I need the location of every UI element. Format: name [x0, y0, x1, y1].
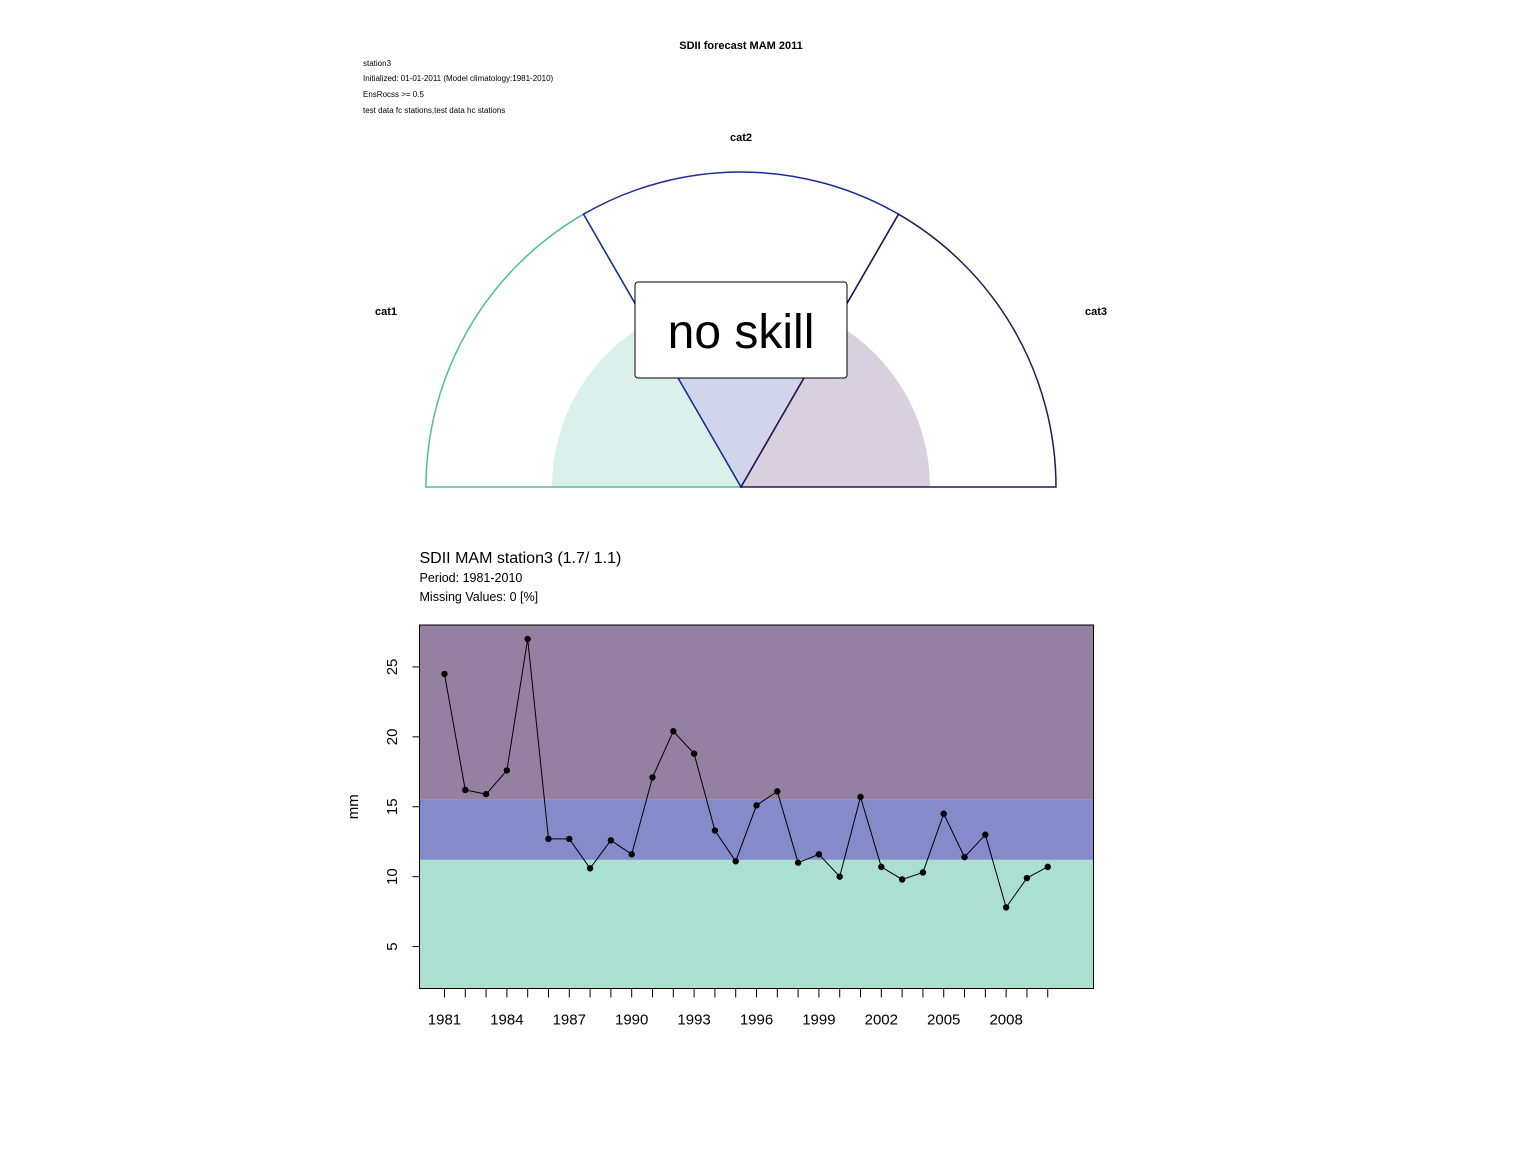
x-tick-label-2008: 2008 — [989, 1012, 1022, 1029]
data-point-1997 — [774, 788, 781, 795]
data-point-1991 — [649, 774, 656, 781]
data-point-2009 — [1023, 874, 1031, 882]
x-tick-label-1984: 1984 — [490, 1012, 523, 1029]
data-point-2004 — [919, 869, 927, 876]
data-point-1984 — [503, 767, 511, 774]
chart-subtitle-1: Period: 1981-2010 — [420, 571, 523, 585]
data-point-2001 — [857, 793, 864, 801]
data-point-1985 — [524, 635, 531, 643]
data-point-1987 — [566, 835, 573, 843]
data-point-1992 — [670, 728, 677, 735]
data-point-1983 — [482, 790, 490, 798]
x-tick-label-1996: 1996 — [740, 1012, 773, 1029]
data-point-2002 — [878, 863, 885, 871]
data-point-1988 — [586, 865, 594, 872]
y-axis-label: mm — [345, 794, 362, 819]
data-point-1989 — [607, 837, 615, 844]
data-point-1996 — [753, 802, 760, 809]
data-point-1986 — [545, 835, 552, 843]
data-point-1995 — [732, 858, 739, 865]
chart-subtitle-2: Missing Values: 0 [%] — [420, 590, 539, 604]
data-point-1993 — [690, 750, 698, 757]
data-point-1981 — [441, 670, 448, 678]
x-tick-label-1999: 1999 — [802, 1012, 835, 1029]
y-tick-label-10: 10 — [384, 868, 401, 885]
x-tick-label-1987: 1987 — [553, 1012, 586, 1029]
y-tick-label-25: 25 — [384, 659, 401, 676]
timeseries-chart: SDII MAM station3 (1.7/ 1.1) Period: 1981… — [345, 550, 1094, 1029]
data-point-2005 — [940, 810, 947, 817]
y-tick-label-5: 5 — [384, 942, 401, 950]
data-point-1998 — [794, 859, 802, 866]
data-point-2006 — [961, 853, 968, 861]
x-tick-label-1993: 1993 — [677, 1012, 710, 1029]
y-tick-label-15: 15 — [384, 798, 401, 815]
data-point-1999 — [815, 851, 823, 858]
data-point-2000 — [836, 873, 843, 880]
data-point-2010 — [1044, 863, 1051, 871]
data-point-2008 — [1002, 904, 1010, 911]
x-tick-label-1981: 1981 — [428, 1012, 461, 1029]
y-tick-label-20: 20 — [384, 729, 401, 746]
chart-title: SDII MAM station3 (1.7/ 1.1) — [420, 550, 622, 567]
data-point-1982 — [462, 786, 469, 794]
x-tick-label-2002: 2002 — [865, 1012, 898, 1029]
band-normal — [419, 799, 1094, 860]
data-point-2003 — [898, 876, 906, 883]
band-above-normal — [419, 625, 1094, 800]
data-point-2007 — [982, 831, 989, 838]
band-below-normal — [419, 859, 1094, 989]
x-tick-label-2005: 2005 — [927, 1012, 960, 1029]
data-point-1990 — [628, 851, 635, 858]
x-tick-label-1990: 1990 — [615, 1012, 648, 1029]
data-point-1994 — [711, 827, 719, 834]
